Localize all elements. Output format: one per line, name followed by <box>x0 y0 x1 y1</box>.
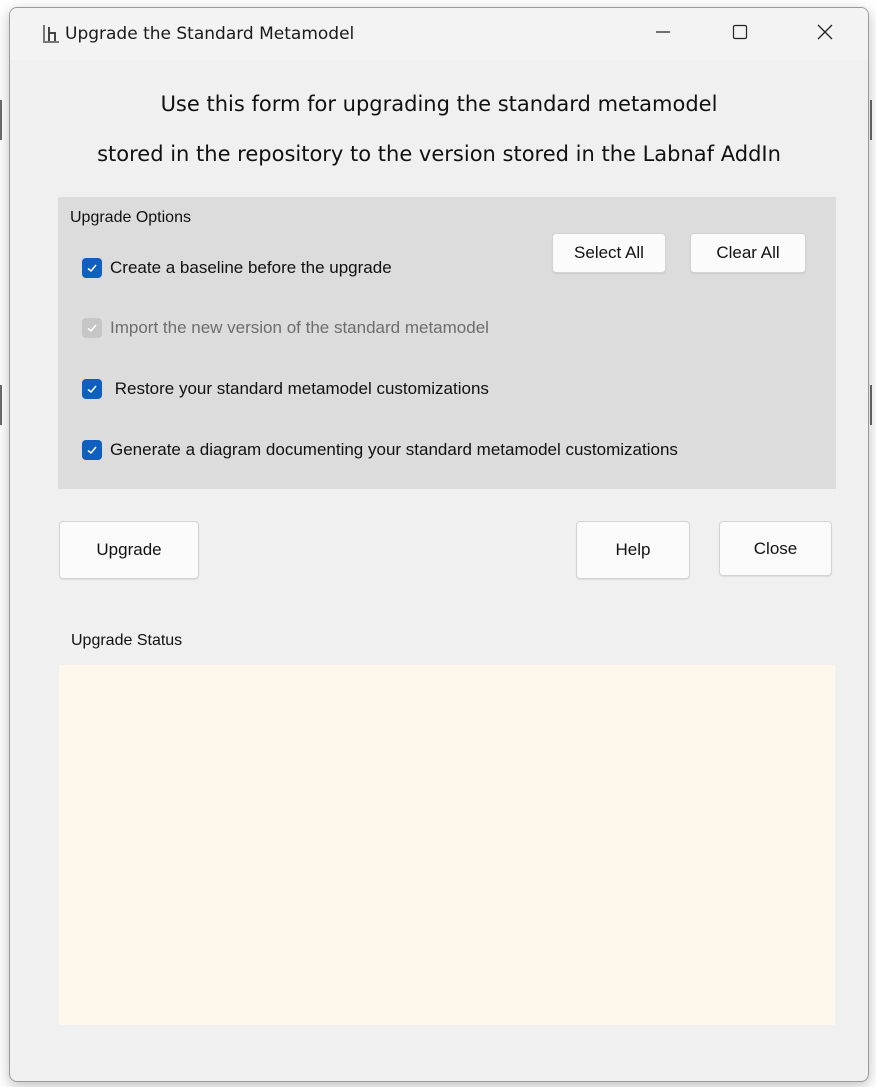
minimize-button[interactable] <box>633 8 693 60</box>
upgrade-dialog: Upgrade the Standard Metamodel Use this … <box>9 7 869 1082</box>
upgrade-button[interactable]: Upgrade <box>59 521 199 579</box>
checkmark-icon <box>87 324 97 333</box>
checkbox-generate-diagram[interactable] <box>82 440 102 460</box>
close-window-button[interactable] <box>795 8 855 60</box>
title-bar[interactable]: Upgrade the Standard Metamodel <box>10 8 868 60</box>
option-label: Generate a diagram documenting your stan… <box>110 440 678 459</box>
form-heading-line2: stored in the repository to the version … <box>97 142 781 166</box>
checkbox-import-new-version <box>82 318 102 338</box>
upgrade-status-textarea[interactable] <box>59 665 835 1025</box>
background-divider <box>870 385 872 425</box>
checkmark-icon <box>87 446 97 455</box>
checkmark-icon <box>87 385 97 394</box>
upgrade-options-label: Upgrade Options <box>70 209 191 226</box>
window-title: Upgrade the Standard Metamodel <box>65 24 355 44</box>
background-divider <box>870 100 872 140</box>
form-heading-line1: Use this form for upgrading the standard… <box>160 92 718 116</box>
close-icon <box>816 23 834 46</box>
checkbox-create-baseline[interactable] <box>82 258 102 278</box>
option-generate-diagram[interactable]: Generate a diagram documenting your stan… <box>82 440 678 460</box>
maximize-button[interactable] <box>710 8 770 60</box>
maximize-icon <box>731 23 749 46</box>
upgrade-status-label: Upgrade Status <box>71 632 183 649</box>
help-button[interactable]: Help <box>576 521 690 579</box>
option-label: Restore your standard metamodel customiz… <box>110 379 489 398</box>
close-button[interactable]: Close <box>719 521 832 576</box>
checkbox-restore-customizations[interactable] <box>82 379 102 399</box>
checkmark-icon <box>87 264 97 273</box>
background-divider <box>0 100 2 140</box>
background-divider <box>0 385 2 425</box>
option-restore-customizations[interactable]: Restore your standard metamodel customiz… <box>82 379 489 399</box>
labnaf-app-icon <box>40 23 62 45</box>
clear-all-button[interactable]: Clear All <box>690 233 806 273</box>
option-import-new-version: Import the new version of the standard m… <box>82 318 489 338</box>
option-label: Import the new version of the standard m… <box>110 318 489 337</box>
upgrade-options-group: Upgrade Options Select All Clear All Cre… <box>58 197 836 489</box>
option-create-baseline[interactable]: Create a baseline before the upgrade <box>82 258 392 278</box>
minimize-icon <box>654 23 672 46</box>
option-label: Create a baseline before the upgrade <box>110 258 392 277</box>
select-all-button[interactable]: Select All <box>552 233 666 273</box>
